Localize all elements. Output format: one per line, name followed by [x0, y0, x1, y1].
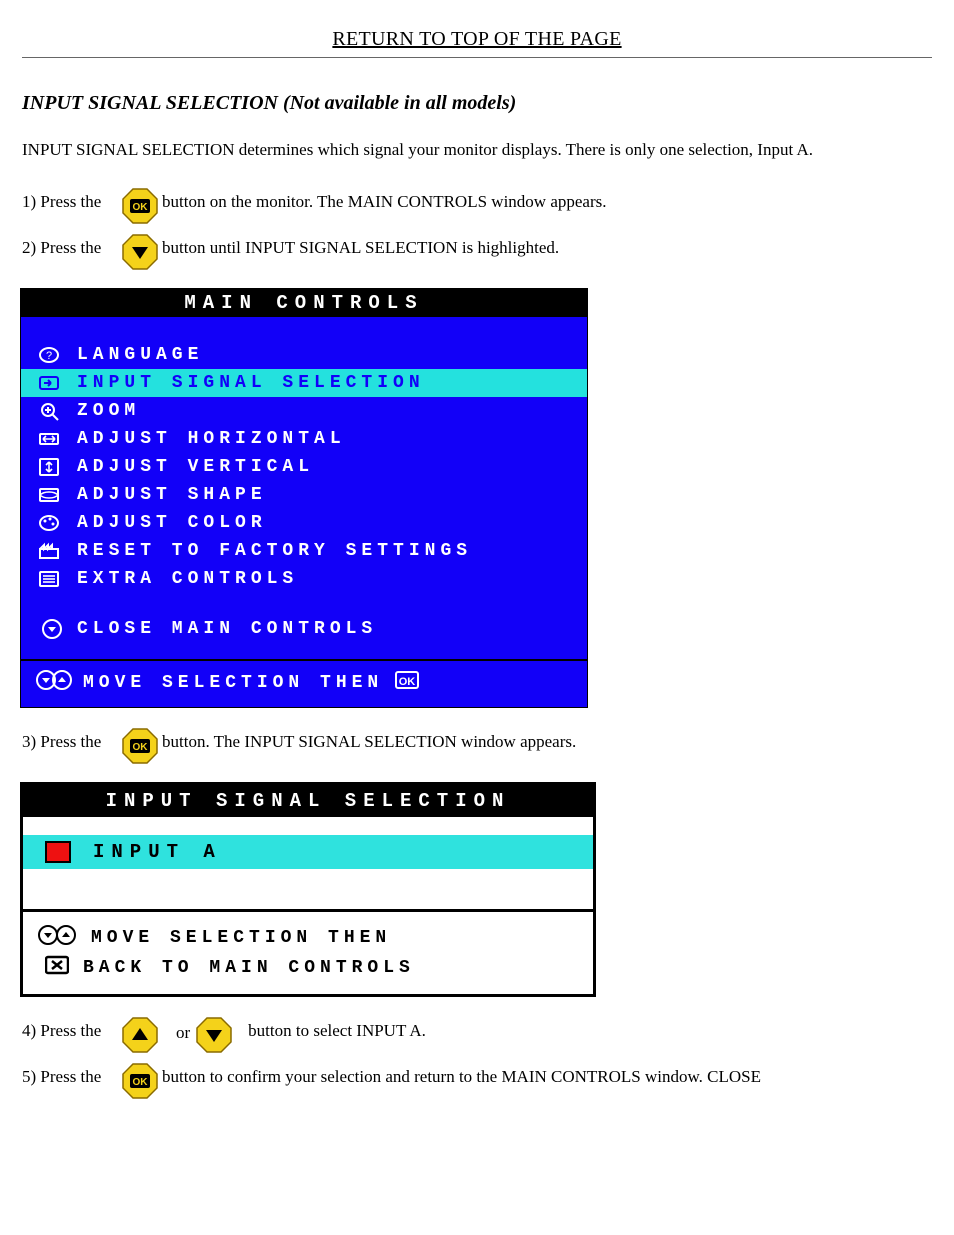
osd2-footer: MOVE SELECTION THEN BACK TO MAIN CONTROL…: [23, 909, 593, 994]
step4-mid: or: [170, 1017, 196, 1043]
osd-item-adjust-color[interactable]: ADJUST COLOR: [21, 509, 587, 537]
down-button-icon: [122, 234, 158, 270]
ok-box-icon: [395, 669, 419, 697]
osd-item-extra-controls[interactable]: EXTRA CONTROLS: [21, 565, 587, 593]
x-box-icon: [45, 954, 69, 982]
step5-tail: button to confirm your selection and ret…: [162, 1063, 761, 1087]
osd-title: MAIN CONTROLS: [21, 289, 587, 317]
step1-tail: button on the monitor. The MAIN CONTROLS…: [162, 188, 606, 212]
osd-item-zoom[interactable]: ZOOM: [21, 397, 587, 425]
osd-item-adjust-vertical[interactable]: ADJUST VERTICAL: [21, 453, 587, 481]
osd-main-controls: MAIN CONTROLS LANGUAGE INPUT SIGNAL SELE…: [20, 288, 588, 708]
intro-paragraph: INPUT SIGNAL SELECTION determines which …: [22, 139, 914, 162]
osd-item-factory-reset[interactable]: RESET TO FACTORY SETTINGS: [21, 537, 587, 565]
up-arrow-icon: [51, 669, 73, 697]
step3-lead: 3) Press the: [22, 728, 122, 752]
osd2-item-input-a[interactable]: INPUT A: [23, 835, 593, 869]
up-arrow-icon: [55, 924, 77, 952]
step5-lead: 5) Press the: [22, 1063, 122, 1087]
osd-item-language[interactable]: LANGUAGE: [21, 341, 587, 369]
step4-tail: button to select INPUT A.: [248, 1017, 426, 1041]
step1-lead: 1) Press the: [22, 188, 122, 212]
up-button-icon: [122, 1017, 158, 1053]
input-a-icon: [23, 841, 93, 863]
osd-input-signal-selection: INPUT SIGNAL SELECTION INPUT A MOVE SELE…: [20, 782, 596, 997]
osd-item-input-signal[interactable]: INPUT SIGNAL SELECTION: [21, 369, 587, 397]
down-button-icon: [196, 1017, 232, 1053]
ok-button-icon: [122, 188, 158, 224]
section-title: INPUT SIGNAL SELECTION (Not available in…: [22, 92, 954, 115]
step3-tail: button. The INPUT SIGNAL SELECTION windo…: [162, 728, 576, 752]
return-to-top-link[interactable]: RETURN TO TOP OF THE PAGE: [0, 0, 954, 51]
step2-tail: button until INPUT SIGNAL SELECTION is h…: [162, 234, 559, 258]
step2-lead: 2) Press the: [22, 234, 122, 258]
osd-item-adjust-horizontal[interactable]: ADJUST HORIZONTAL: [21, 425, 587, 453]
osd-footer: MOVE SELECTION THEN: [21, 659, 587, 707]
step4-lead: 4) Press the: [22, 1017, 122, 1041]
osd-item-adjust-shape[interactable]: ADJUST SHAPE: [21, 481, 587, 509]
osd2-title: INPUT SIGNAL SELECTION: [23, 785, 593, 817]
osd-close-main-controls[interactable]: CLOSE MAIN CONTROLS: [21, 615, 587, 643]
ok-button-icon: [122, 728, 158, 764]
ok-button-icon: [122, 1063, 158, 1099]
divider: [22, 57, 932, 58]
